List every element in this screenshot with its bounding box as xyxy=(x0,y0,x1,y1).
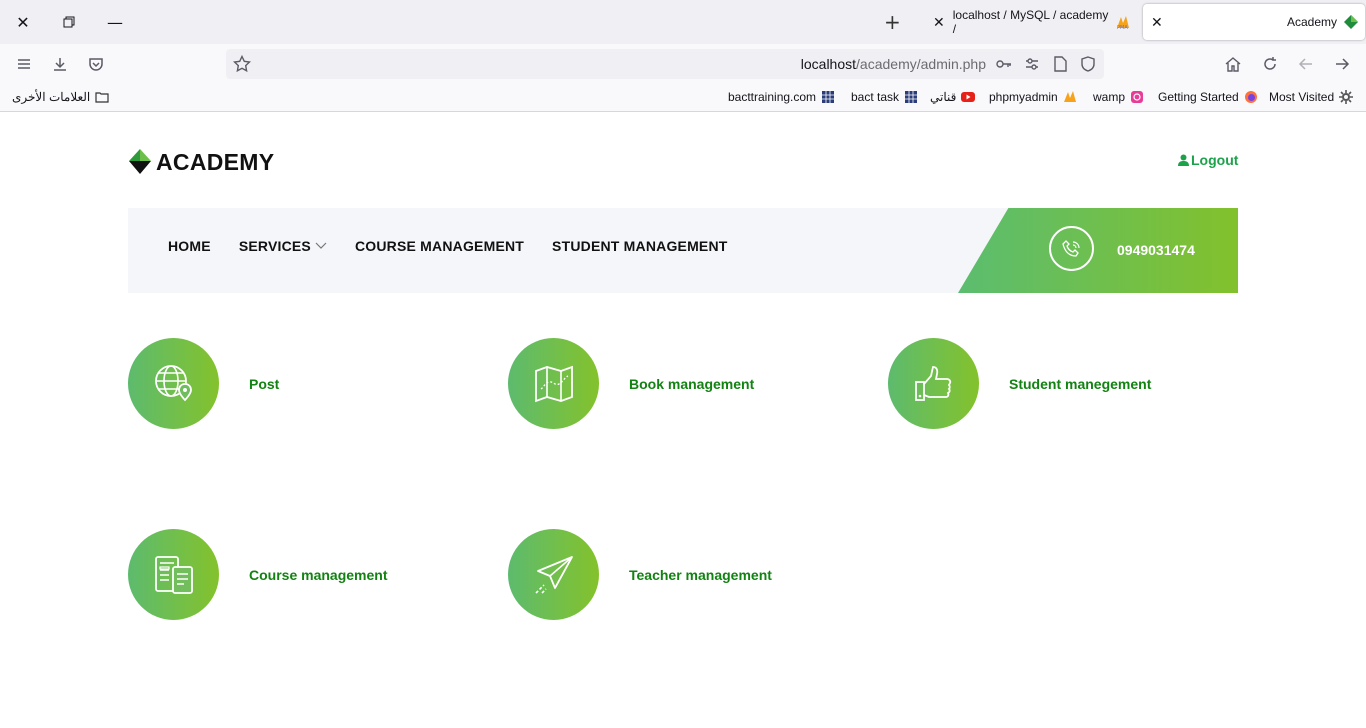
shield-icon[interactable] xyxy=(1076,52,1100,76)
bookmark-label: قناتي xyxy=(930,90,957,104)
logout-label: Logout xyxy=(1191,152,1239,168)
feature-icon-circle[interactable] xyxy=(508,338,599,429)
firefox-icon xyxy=(1244,91,1257,103)
tab-academy[interactable]: ✕ Academy xyxy=(1143,4,1365,40)
nav-label: COURSE MANAGEMENT xyxy=(354,238,525,254)
phpmyadmin-favicon: PMA xyxy=(1115,14,1131,31)
paper-plane-icon xyxy=(534,555,573,594)
globe-pin-icon xyxy=(154,364,192,401)
feature-icon-circle[interactable] xyxy=(128,529,219,620)
bookmark-label: العلامات الأخرى xyxy=(12,90,91,104)
feature-course-management[interactable]: Course management xyxy=(128,529,387,620)
bookmark-label: bact task xyxy=(851,90,900,104)
bookmark-label: bacttraining.com xyxy=(728,90,817,104)
other-bookmarks-folder[interactable]: العلامات الأخرى xyxy=(12,90,109,104)
nav-student-management[interactable]: STUDENT MANAGEMENT xyxy=(552,238,727,254)
page-content: ACADEMY Logout HOME SERVICES COURSE MANA… xyxy=(0,113,1366,728)
url-path: /academy/admin.php xyxy=(856,56,986,72)
bookmark-label: Getting Started xyxy=(1158,90,1239,104)
bookmark-my-channel[interactable]: قناتي xyxy=(930,90,976,104)
menu-icon[interactable] xyxy=(12,52,36,76)
phpmyadmin-icon xyxy=(1063,91,1076,102)
svg-text:PMA: PMA xyxy=(1117,25,1128,30)
bookmark-getting-started[interactable]: Getting Started xyxy=(1158,90,1258,104)
logout-link[interactable]: Logout xyxy=(1178,152,1238,168)
feature-label[interactable]: Teacher management xyxy=(629,567,772,583)
academy-favicon xyxy=(1343,14,1359,30)
feature-icon-circle[interactable] xyxy=(508,529,599,620)
bookmarks-bar: العلامات الأخرى bacttraining.com bact ta… xyxy=(0,84,1366,112)
nav-home[interactable]: HOME xyxy=(168,238,211,254)
gear-icon xyxy=(1339,90,1354,104)
bookmark-phpmyadmin[interactable]: phpmyadmin xyxy=(989,90,1077,104)
tab-title: Academy xyxy=(1286,15,1337,29)
back-arrow-icon[interactable] xyxy=(1294,52,1318,76)
youtube-icon xyxy=(961,92,976,102)
nav-services[interactable]: SERVICES xyxy=(239,238,327,254)
close-window-button[interactable]: ✕ xyxy=(0,0,46,44)
bookmark-bacttraining[interactable]: bacttraining.com xyxy=(728,90,835,104)
feature-label[interactable]: Course management xyxy=(249,567,387,583)
feature-student-management[interactable]: Student manegement xyxy=(888,338,1151,429)
bookmark-label: wamp xyxy=(1093,90,1126,104)
documents-icon xyxy=(154,555,193,594)
folder-icon xyxy=(95,92,109,103)
grid-icon xyxy=(905,91,918,103)
nav-toolbar: localhost/academy/admin.php xyxy=(0,44,1366,84)
forward-arrow-icon[interactable] xyxy=(1330,52,1354,76)
logo-text: ACADEMY xyxy=(156,148,275,175)
thumbs-up-icon xyxy=(914,365,951,401)
nav-menu: HOME SERVICES COURSE MANAGEMENT STUDENT … xyxy=(168,238,728,254)
phone-banner xyxy=(958,208,1238,293)
wamp-icon xyxy=(1131,91,1144,103)
bookmark-bact-task[interactable]: bact task xyxy=(851,90,918,104)
bookmark-label: Most Visited xyxy=(1269,90,1335,104)
close-tab-icon[interactable]: ✕ xyxy=(1143,14,1171,31)
feature-label[interactable]: Post xyxy=(249,376,279,392)
close-tab-icon[interactable]: ✕ xyxy=(925,14,953,31)
pocket-icon[interactable] xyxy=(84,52,108,76)
diamond-logo-icon xyxy=(129,149,151,174)
url-host: localhost xyxy=(800,56,857,72)
tab-title: localhost / MySQL / academy / xyxy=(952,8,1109,36)
feature-label[interactable]: Book management xyxy=(629,376,754,392)
restore-window-button[interactable] xyxy=(46,0,92,44)
feature-book-management[interactable]: Book management xyxy=(508,338,754,429)
new-tab-button[interactable]: + xyxy=(884,10,901,34)
bookmark-star-icon[interactable] xyxy=(230,52,254,76)
feature-post[interactable]: Post xyxy=(128,338,279,429)
url-text: localhost/academy/admin.php xyxy=(801,56,986,72)
home-icon[interactable] xyxy=(1221,52,1245,76)
tab-bar: ✕ — + ✕ localhost / MySQL / academy / PM… xyxy=(0,0,1366,44)
downloads-icon[interactable] xyxy=(48,52,72,76)
chevron-down-icon xyxy=(315,242,327,249)
feature-label[interactable]: Student manegement xyxy=(1009,376,1151,392)
main-navigation: HOME SERVICES COURSE MANAGEMENT STUDENT … xyxy=(128,208,1238,293)
nav-label: HOME xyxy=(168,238,211,254)
page-icon[interactable] xyxy=(1048,52,1072,76)
reload-icon[interactable] xyxy=(1258,52,1282,76)
tab-phpmyadmin[interactable]: ✕ localhost / MySQL / academy / PMA xyxy=(925,0,1137,44)
bookmark-label: phpmyadmin xyxy=(989,90,1058,104)
feature-icon-circle[interactable] xyxy=(128,338,219,429)
bookmark-most-visited[interactable]: Most Visited xyxy=(1269,90,1354,104)
minimize-window-button[interactable]: — xyxy=(92,0,138,44)
key-icon[interactable] xyxy=(992,52,1016,76)
permissions-icon[interactable] xyxy=(1020,52,1044,76)
grid-icon xyxy=(822,91,835,103)
phone-icon[interactable] xyxy=(1049,226,1094,271)
bookmark-wamp[interactable]: wamp xyxy=(1093,90,1144,104)
phone-number[interactable]: 0949031474 xyxy=(1117,242,1195,258)
map-icon xyxy=(534,365,573,402)
nav-course-management[interactable]: COURSE MANAGEMENT xyxy=(355,238,524,254)
nav-label: STUDENT MANAGEMENT xyxy=(552,238,728,254)
feature-teacher-management[interactable]: Teacher management xyxy=(508,529,772,620)
url-bar[interactable]: localhost/academy/admin.php xyxy=(226,49,1104,79)
user-icon xyxy=(1178,154,1189,166)
site-logo[interactable]: ACADEMY xyxy=(128,148,274,176)
nav-label: SERVICES xyxy=(238,238,311,254)
feature-icon-circle[interactable] xyxy=(888,338,979,429)
